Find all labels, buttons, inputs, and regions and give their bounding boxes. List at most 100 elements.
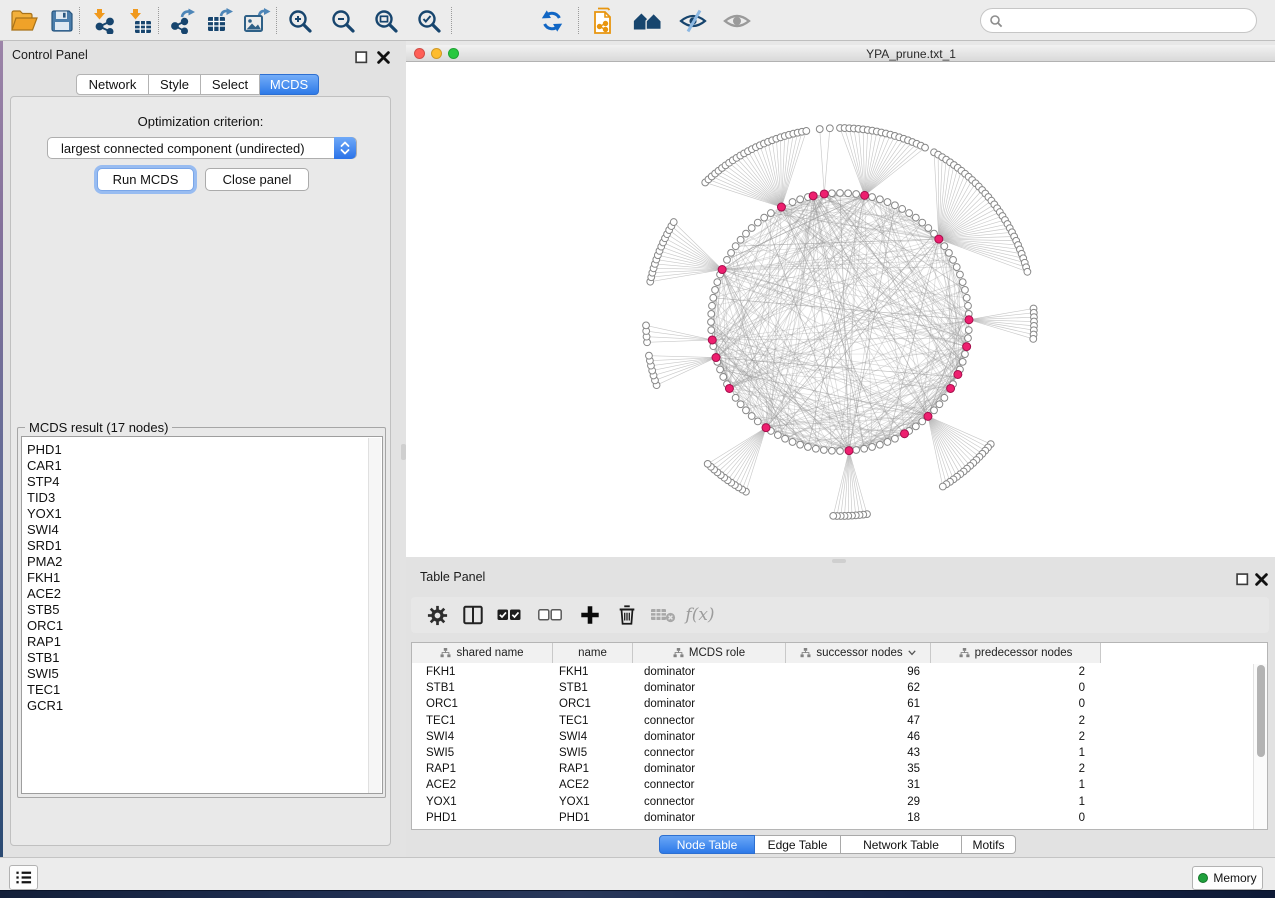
save-session-icon[interactable] xyxy=(46,5,78,37)
cell-name[interactable]: FKH1 xyxy=(553,666,633,678)
cell-predecessors[interactable]: 2 xyxy=(931,666,1101,678)
cell-shared-name[interactable]: PHD1 xyxy=(412,812,553,824)
table-row[interactable]: ORC1ORC1dominator610 xyxy=(412,696,1101,712)
cell-name[interactable]: PHD1 xyxy=(553,812,633,824)
import-table-icon[interactable] xyxy=(124,5,156,37)
horizontal-splitter[interactable] xyxy=(406,557,1275,565)
cell-shared-name[interactable]: ACE2 xyxy=(412,779,553,791)
splitter-handle[interactable] xyxy=(401,444,406,460)
zoom-fit-icon[interactable] xyxy=(370,5,402,37)
cell-name[interactable]: SWI4 xyxy=(553,731,633,743)
column-header-successor-nodes[interactable]: successor nodes xyxy=(786,643,931,663)
import-network-icon[interactable] xyxy=(88,5,120,37)
hide-eye-icon[interactable] xyxy=(677,5,709,37)
splitter-handle[interactable] xyxy=(832,559,846,563)
delete-column-trash-icon[interactable] xyxy=(614,602,640,628)
table-row[interactable]: SWI5SWI5connector431 xyxy=(412,745,1101,761)
table-row[interactable]: RAP1RAP1dominator352 xyxy=(412,761,1101,777)
cell-mcds-role[interactable]: dominator xyxy=(633,666,786,678)
deselect-all-rows-icon[interactable] xyxy=(537,602,563,628)
zoom-in-icon[interactable] xyxy=(284,5,316,37)
cell-successors[interactable]: 62 xyxy=(786,682,931,694)
table-row[interactable]: STB1STB1dominator620 xyxy=(412,680,1101,696)
window-close-light[interactable] xyxy=(414,48,425,59)
table-row[interactable]: TEC1TEC1connector472 xyxy=(412,713,1101,729)
cell-shared-name[interactable]: FKH1 xyxy=(412,666,553,678)
task-history-button[interactable] xyxy=(9,865,38,890)
float-panel-icon[interactable] xyxy=(355,51,368,64)
tab-select[interactable]: Select xyxy=(201,74,260,95)
list-item[interactable]: FKH1 xyxy=(22,570,382,586)
list-item[interactable]: TID3 xyxy=(22,490,382,506)
list-item[interactable]: YOX1 xyxy=(22,506,382,522)
show-eye-icon[interactable] xyxy=(721,5,753,37)
list-item[interactable]: SWI5 xyxy=(22,666,382,682)
cell-mcds-role[interactable]: dominator xyxy=(633,763,786,775)
table-row[interactable]: ACE2ACE2connector311 xyxy=(412,777,1101,793)
cell-predecessors[interactable]: 1 xyxy=(931,779,1101,791)
cell-predecessors[interactable]: 1 xyxy=(931,796,1101,808)
tab-mcds[interactable]: MCDS xyxy=(260,74,319,95)
open-file-icon[interactable] xyxy=(8,5,40,37)
cell-shared-name[interactable]: YOX1 xyxy=(412,796,553,808)
show-columns-icon[interactable] xyxy=(460,602,486,628)
list-item[interactable]: GCR1 xyxy=(22,698,382,714)
cell-successors[interactable]: 35 xyxy=(786,763,931,775)
cell-mcds-role[interactable]: connector xyxy=(633,796,786,808)
close-panel-button[interactable]: Close panel xyxy=(205,168,309,191)
list-item[interactable]: ORC1 xyxy=(22,618,382,634)
tab-style[interactable]: Style xyxy=(149,74,201,95)
tab-node-table[interactable]: Node Table xyxy=(659,835,755,854)
clone-network-icon[interactable] xyxy=(589,5,621,37)
cell-mcds-role[interactable]: connector xyxy=(633,715,786,727)
export-table-icon[interactable] xyxy=(204,5,236,37)
float-panel-icon[interactable] xyxy=(1236,573,1249,586)
tab-network-table[interactable]: Network Table xyxy=(841,835,962,854)
list-item[interactable]: ACE2 xyxy=(22,586,382,602)
network-canvas[interactable] xyxy=(406,62,1275,557)
cell-mcds-role[interactable]: dominator xyxy=(633,731,786,743)
window-minimize-light[interactable] xyxy=(431,48,442,59)
table-settings-gear-icon[interactable] xyxy=(424,602,450,628)
list-item[interactable]: CAR1 xyxy=(22,458,382,474)
cell-name[interactable]: TEC1 xyxy=(553,715,633,727)
cell-successors[interactable]: 47 xyxy=(786,715,931,727)
scrollbar-thumb[interactable] xyxy=(1257,665,1265,757)
cell-name[interactable]: ORC1 xyxy=(553,698,633,710)
cell-name[interactable]: YOX1 xyxy=(553,796,633,808)
close-panel-icon[interactable] xyxy=(377,51,390,64)
cell-shared-name[interactable]: ORC1 xyxy=(412,698,553,710)
cell-name[interactable]: ACE2 xyxy=(553,779,633,791)
cell-predecessors[interactable]: 2 xyxy=(931,715,1101,727)
column-header-shared-name[interactable]: shared name xyxy=(412,643,553,663)
optimization-criterion-select[interactable]: largest connected component (undirected) xyxy=(47,137,357,159)
cell-successors[interactable]: 96 xyxy=(786,666,931,678)
cell-successors[interactable]: 61 xyxy=(786,698,931,710)
zoom-selected-icon[interactable] xyxy=(413,5,445,37)
cell-mcds-role[interactable]: dominator xyxy=(633,812,786,824)
refresh-icon[interactable] xyxy=(536,5,568,37)
list-item[interactable]: RAP1 xyxy=(22,634,382,650)
window-zoom-light[interactable] xyxy=(448,48,459,59)
column-header-name[interactable]: name xyxy=(553,643,633,663)
column-header-mcds-role[interactable]: MCDS role xyxy=(633,643,786,663)
cell-shared-name[interactable]: SWI5 xyxy=(412,747,553,759)
list-item[interactable]: TEC1 xyxy=(22,682,382,698)
home-networks-icon[interactable] xyxy=(632,5,664,37)
cell-predecessors[interactable]: 0 xyxy=(931,682,1101,694)
list-scrollbar[interactable] xyxy=(368,438,381,794)
cell-mcds-role[interactable]: connector xyxy=(633,779,786,791)
table-row[interactable]: SWI4SWI4dominator462 xyxy=(412,729,1101,745)
cell-shared-name[interactable]: TEC1 xyxy=(412,715,553,727)
cell-successors[interactable]: 31 xyxy=(786,779,931,791)
cell-shared-name[interactable]: RAP1 xyxy=(412,763,553,775)
cell-predecessors[interactable]: 1 xyxy=(931,747,1101,759)
export-image-icon[interactable] xyxy=(241,5,273,37)
cell-shared-name[interactable]: SWI4 xyxy=(412,731,553,743)
cell-predecessors[interactable]: 0 xyxy=(931,812,1101,824)
cell-mcds-role[interactable]: dominator xyxy=(633,682,786,694)
list-item[interactable]: SWI4 xyxy=(22,522,382,538)
list-item[interactable]: STP4 xyxy=(22,474,382,490)
select-all-rows-icon[interactable] xyxy=(496,602,522,628)
list-item[interactable]: PMA2 xyxy=(22,554,382,570)
